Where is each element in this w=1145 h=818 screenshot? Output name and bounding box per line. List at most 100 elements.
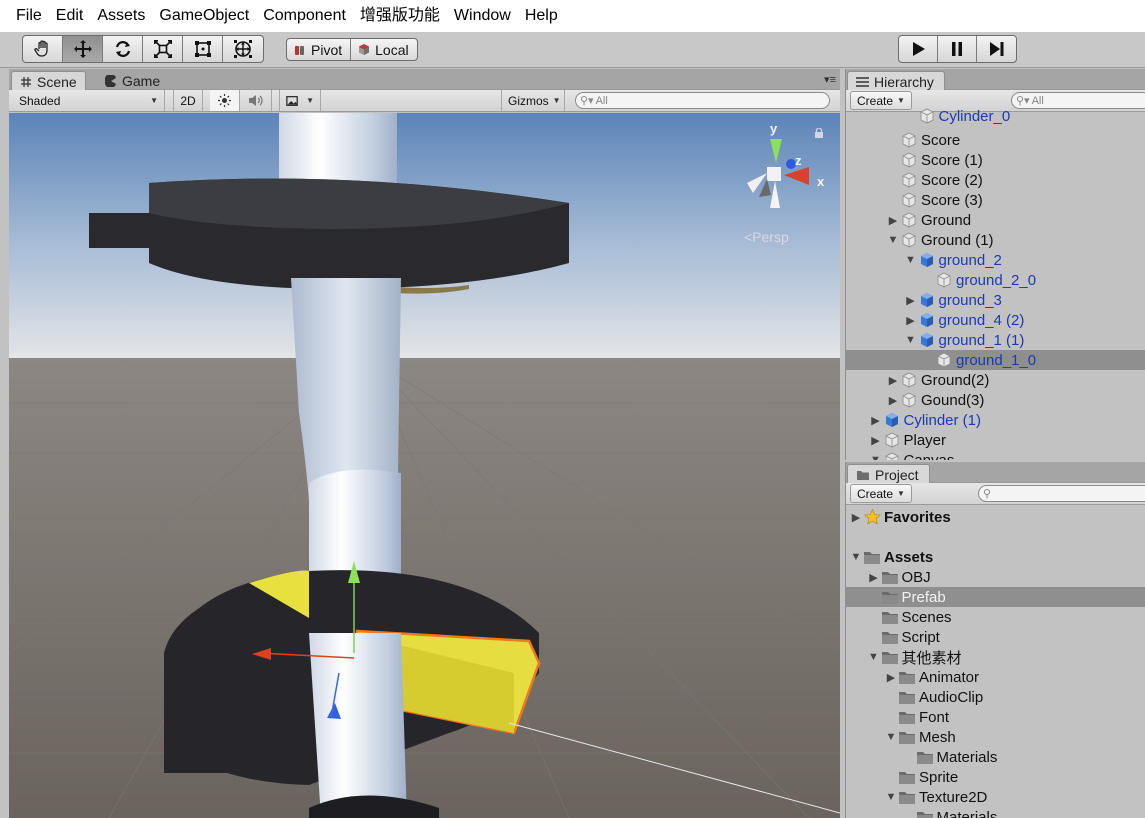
gizmos-dropdown[interactable]: Gizmos ▼ [501, 90, 565, 111]
expand-right-arrow-icon[interactable]: ▶ [886, 374, 900, 387]
tree-row-label: ground_2 [938, 251, 1002, 269]
tree-row[interactable]: ▼ Ground (1) [846, 230, 1145, 250]
tree-row[interactable]: ▼ ground_2 [846, 250, 1145, 270]
tree-row[interactable]: ▶ ground_3 [846, 290, 1145, 310]
menu-bar: File Edit Assets GameObject Component 增强版功能 Wi… [0, 0, 1145, 32]
transform-tool-button[interactable] [223, 36, 263, 62]
tree-row[interactable]: ▼ Assets [846, 547, 1145, 567]
audio-toggle[interactable] [240, 90, 272, 111]
lock-icon[interactable] [815, 128, 823, 138]
tree-row[interactable]: ▼ 其他素材 [846, 647, 1145, 667]
menu-item[interactable]: Component [256, 0, 353, 32]
tree-row[interactable]: ▶ OBJ [846, 567, 1145, 587]
tree-row[interactable]: ▶ Favorites [846, 507, 1145, 527]
tree-row[interactable]: ▼ Texture2D [846, 787, 1145, 807]
tree-row[interactable]: ▶ Ground(2) [846, 370, 1145, 390]
expand-down-arrow-icon[interactable]: ▼ [904, 254, 918, 266]
tree-row[interactable]: Materials [846, 747, 1145, 767]
scale-tool-button[interactable] [143, 36, 183, 62]
project-create-button[interactable]: Create ▼ [850, 484, 912, 503]
rect-tool-button[interactable] [183, 36, 223, 62]
tree-row[interactable]: ▼ Canvas [846, 450, 1145, 460]
tab-project[interactable]: Project [847, 464, 930, 484]
tab-hierarchy[interactable]: Hierarchy [847, 71, 945, 91]
folder-icon [898, 728, 916, 746]
expand-right-arrow-icon[interactable]: ▶ [904, 294, 918, 307]
scene-search-input[interactable]: ⚲▾ All [575, 92, 830, 109]
tab-scene[interactable]: Scene [11, 71, 86, 91]
pivot-button[interactable]: Pivot [287, 39, 352, 60]
tree-row[interactable]: Script [846, 627, 1145, 647]
tree-row[interactable] [846, 527, 1145, 547]
2d-toggle[interactable]: 2D [173, 90, 203, 111]
step-button[interactable] [977, 36, 1016, 62]
scene-viewport[interactable]: y z x <Persp [9, 113, 840, 818]
tree-row[interactable]: Score (2) [846, 170, 1145, 190]
menu-item[interactable]: File [9, 0, 49, 32]
menu-item[interactable]: Window [447, 0, 518, 32]
expand-down-arrow-icon[interactable]: ▼ [849, 551, 863, 563]
expand-down-arrow-icon[interactable]: ▼ [886, 234, 900, 246]
panel-menu-icon[interactable]: ▾≡ [824, 73, 836, 86]
tree-row[interactable]: ▶ ground_4 (2) [846, 310, 1145, 330]
expand-right-arrow-icon[interactable]: ▶ [869, 414, 883, 427]
tree-row[interactable]: Sprite [846, 767, 1145, 787]
tree-row[interactable]: ▶ Animator [846, 667, 1145, 687]
rotate-tool-button[interactable] [103, 36, 143, 62]
prefab-icon [918, 251, 936, 269]
menu-item[interactable]: Assets [90, 0, 152, 32]
folder-icon [898, 668, 916, 686]
tree-row[interactable]: ground_2_0 [846, 270, 1145, 290]
tab-game[interactable]: Game [97, 71, 168, 91]
local-button[interactable]: Local [351, 39, 416, 60]
tree-row[interactable]: ▼ Mesh [846, 727, 1145, 747]
expand-right-arrow-icon[interactable]: ▶ [886, 214, 900, 227]
tree-row[interactable]: AudioClip [846, 687, 1145, 707]
tree-row[interactable]: Cylinder_0 [846, 106, 1145, 126]
shading-mode-dropdown[interactable]: Shaded ▼ [13, 90, 165, 111]
lighting-toggle[interactable] [210, 90, 240, 111]
tab-scene-label: Scene [37, 73, 77, 90]
projection-label[interactable]: <Persp [744, 229, 789, 245]
tree-row-label: ground_1 (1) [938, 331, 1025, 349]
expand-down-arrow-icon[interactable]: ▼ [884, 791, 898, 803]
tree-row[interactable]: Scenes [846, 607, 1145, 627]
project-search-input[interactable]: ⚲ [978, 485, 1145, 502]
tree-row[interactable]: Font [846, 707, 1145, 727]
menu-item[interactable]: GameObject [152, 0, 256, 32]
tree-row[interactable]: ▶ Gound(3) [846, 390, 1145, 410]
gameobject-icon [900, 151, 918, 169]
menu-item[interactable]: Help [518, 0, 565, 32]
expand-right-arrow-icon[interactable]: ▶ [884, 671, 898, 684]
expand-right-arrow-icon[interactable]: ▶ [867, 571, 881, 584]
expand-down-arrow-icon[interactable]: ▼ [869, 454, 883, 460]
tree-row[interactable]: ▼ ground_1 (1) [846, 330, 1145, 350]
tree-row[interactable]: ▶ Cylinder (1) [846, 410, 1145, 430]
tree-row[interactable]: Score (3) [846, 190, 1145, 210]
menu-item[interactable]: Edit [49, 0, 91, 32]
tree-row[interactable]: Prefab [846, 587, 1145, 607]
expand-down-arrow-icon[interactable]: ▼ [884, 731, 898, 743]
tree-row-label: ground_3 [938, 291, 1002, 309]
tree-row[interactable]: ground_1_0 [846, 350, 1145, 370]
expand-right-arrow-icon[interactable]: ▶ [849, 511, 863, 524]
expand-right-arrow-icon[interactable]: ▶ [886, 394, 900, 407]
expand-down-arrow-icon[interactable]: ▼ [867, 651, 881, 663]
expand-down-arrow-icon[interactable]: ▼ [904, 334, 918, 346]
tree-row[interactable]: Score [846, 130, 1145, 150]
effects-dropdown[interactable]: ▼ [279, 90, 321, 111]
expand-right-arrow-icon[interactable]: ▶ [904, 314, 918, 327]
play-button[interactable] [899, 36, 938, 62]
tree-row-label: Materials [936, 808, 998, 818]
menu-item[interactable]: 增强版功能 [353, 0, 447, 32]
tree-row[interactable]: ▶ Ground [846, 210, 1145, 230]
search-icon: ⚲▾ [580, 95, 594, 107]
tree-row[interactable]: ▶ Player [846, 430, 1145, 450]
pause-button[interactable] [938, 36, 977, 62]
tree-row[interactable]: Materials [846, 807, 1145, 818]
expand-right-arrow-icon[interactable]: ▶ [869, 434, 883, 447]
scale-icon [153, 40, 172, 58]
hand-tool-button[interactable] [23, 36, 63, 62]
tree-row[interactable]: Score (1) [846, 150, 1145, 170]
move-tool-button[interactable] [63, 36, 103, 62]
